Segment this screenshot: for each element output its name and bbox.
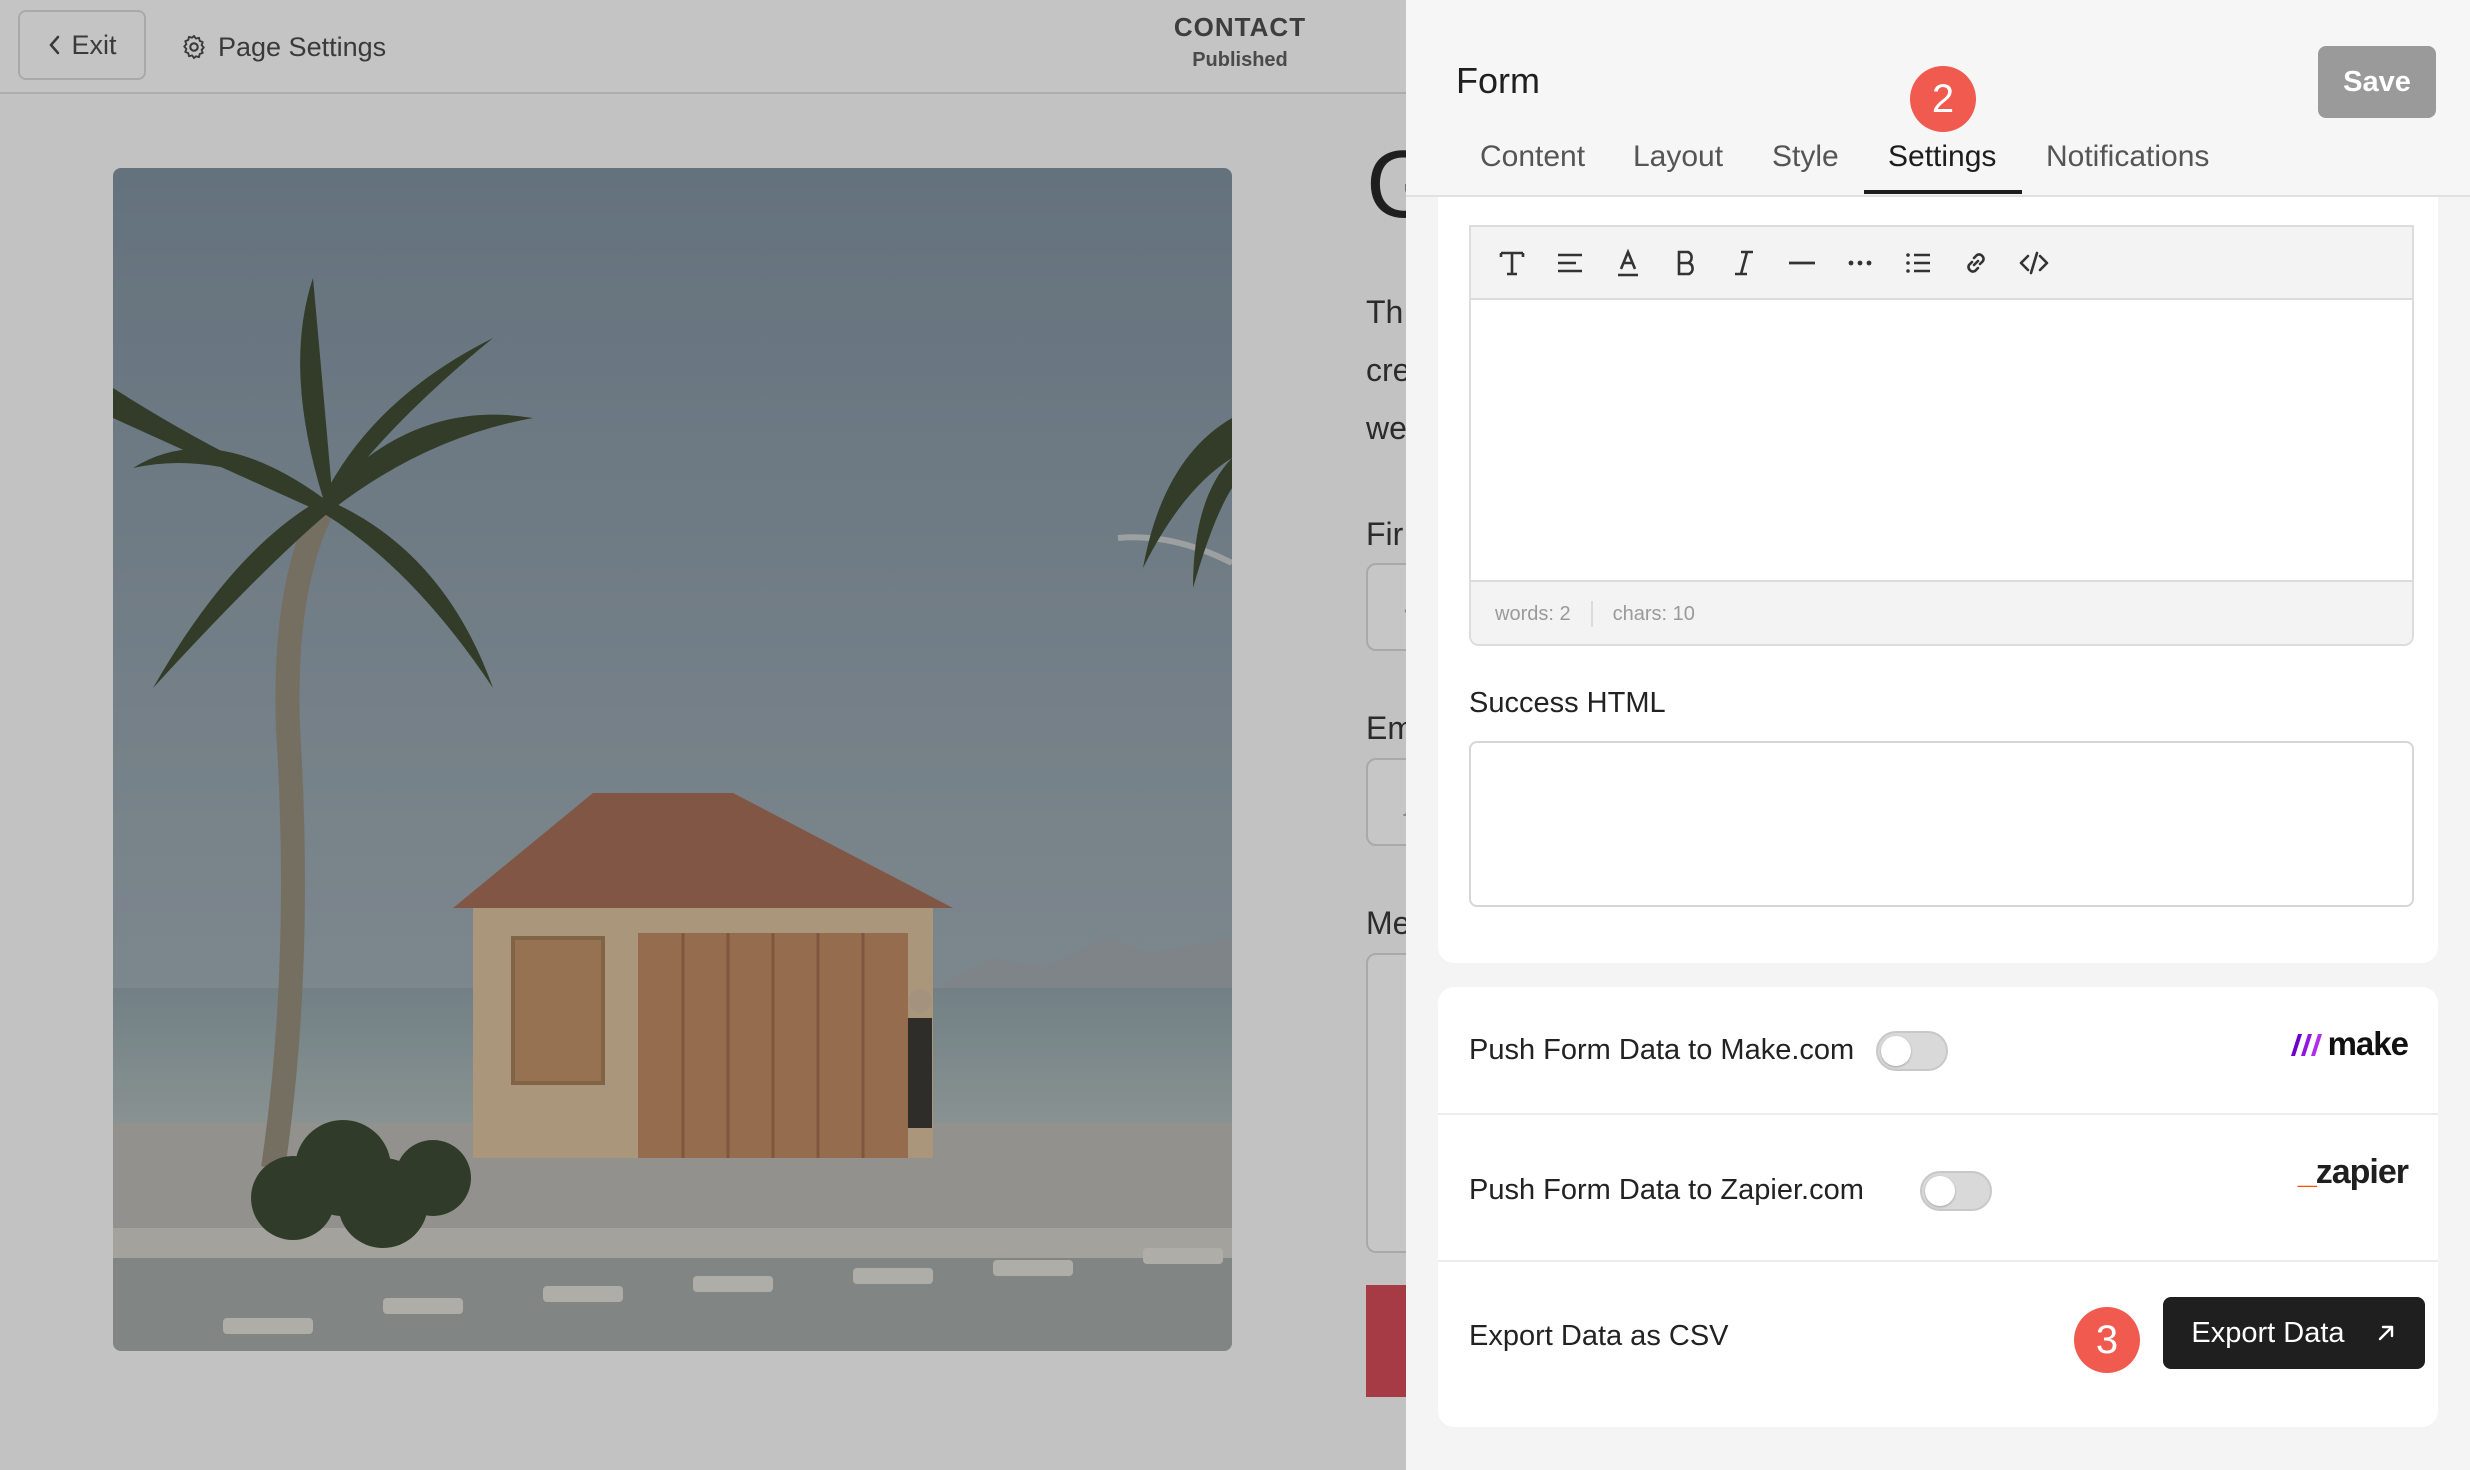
arrow-up-right-icon [2378,1325,2393,1341]
link-icon[interactable] [1947,243,2005,283]
code-icon[interactable] [2005,243,2063,283]
zapier-integration-label: Push Form Data to Zapier.com [1469,1174,1864,1206]
success-html-label: Success HTML [1469,687,1666,719]
first-name-label-fragment: Fir [1366,516,1404,552]
gear-icon [183,34,205,60]
step-marker: 2 [1910,66,1976,132]
page-heading-fragment: G [1366,131,1406,238]
horizontal-rule-icon[interactable] [1773,243,1831,283]
save-button[interactable]: Save [2318,46,2436,118]
submit-button-fragment[interactable] [1366,1285,1406,1397]
page-settings-label: Page Settings [218,31,387,62]
page-settings-button[interactable]: Page Settings [180,22,386,72]
export-row: Export Data as CSV 3 Export Data [1438,1262,2438,1427]
more-icon[interactable] [1831,243,1889,283]
zapier-logo-text: zapier [2315,1153,2409,1191]
step-marker: 3 [2074,1307,2140,1373]
text-style-icon[interactable] [1483,243,1541,283]
word-count: words: 2 [1495,602,1571,625]
export-data-button[interactable]: Export Data [2163,1297,2425,1369]
email-label-fragment: Em [1366,710,1406,746]
page-paragraph-fragment: we [1366,410,1406,446]
make-integration-row: Push Form Data to Make.com make [1438,987,2438,1115]
tab-content[interactable]: Content [1480,140,1585,174]
page-title: CONTACT Published [1080,12,1400,72]
char-count: chars: 10 [1612,602,1695,625]
make-logo: make [2288,1025,2409,1063]
hero-image[interactable] [113,168,1232,1351]
zapier-logo: _zapier [2297,1153,2409,1192]
make-logo-mark [2290,1034,2322,1056]
italic-icon[interactable] [1715,243,1773,283]
beach-hut-photo [113,168,1232,1351]
make-integration-label: Push Form Data to Make.com [1469,1034,1855,1066]
success-html-input[interactable] [1469,741,2414,907]
list-icon[interactable] [1889,243,1947,283]
align-icon[interactable] [1541,243,1599,283]
zapier-logo-underscore: _ [2297,1153,2317,1191]
chevron-left-icon [49,35,60,55]
make-toggle[interactable] [1876,1031,1948,1071]
zapier-toggle[interactable] [1920,1171,1992,1211]
tab-notifications[interactable]: Notifications [2046,140,2209,174]
zapier-integration-row: Push Form Data to Zapier.com _zapier [1438,1115,2438,1262]
editor-topbar: Exit Page Settings CONTACT Published [0,0,1406,94]
export-data-label: Export Data [2191,1316,2345,1349]
exit-button[interactable]: Exit [18,10,146,80]
panel-title: Form [1456,60,1540,101]
active-tab-indicator [1864,190,2022,194]
rich-text-body[interactable] [1471,300,2412,580]
first-name-input-fragment[interactable]: J [1366,563,1406,651]
message-input-fragment[interactable] [1366,953,1406,1253]
page-paragraph-fragment: cre [1366,352,1406,388]
integrations-card: Push Form Data to Make.com make Push For… [1438,987,2438,1427]
bold-icon[interactable] [1657,243,1715,283]
form-settings-panel: Form Save Content Layout Style Settings … [1406,0,2470,1470]
make-logo-text: make [2327,1025,2409,1062]
export-label: Export Data as CSV [1469,1320,1729,1352]
status-divider [1590,601,1593,627]
page-status: Published [1192,49,1288,71]
email-input-fragment[interactable]: j [1366,758,1406,846]
tab-settings[interactable]: Settings [1888,140,1996,174]
tab-style[interactable]: Style [1772,140,1839,174]
exit-label: Exit [71,29,117,60]
panel-header: Form Save Content Layout Style Settings … [1406,0,2470,197]
page-editor-canvas: Exit Page Settings CONTACT Published G T… [0,0,1406,1470]
message-settings-card: words: 2 chars: 10 Success HTML [1438,197,2438,963]
tab-layout[interactable]: Layout [1633,140,1723,174]
rich-text-toolbar [1471,227,2412,300]
page-paragraph-fragment: Th [1366,294,1404,330]
message-label-fragment: Me [1366,905,1406,941]
rich-text-status-bar: words: 2 chars: 10 [1471,580,2412,644]
text-color-icon[interactable] [1599,243,1657,283]
rich-text-editor: words: 2 chars: 10 [1469,225,2414,646]
page-name: CONTACT [1173,12,1307,42]
